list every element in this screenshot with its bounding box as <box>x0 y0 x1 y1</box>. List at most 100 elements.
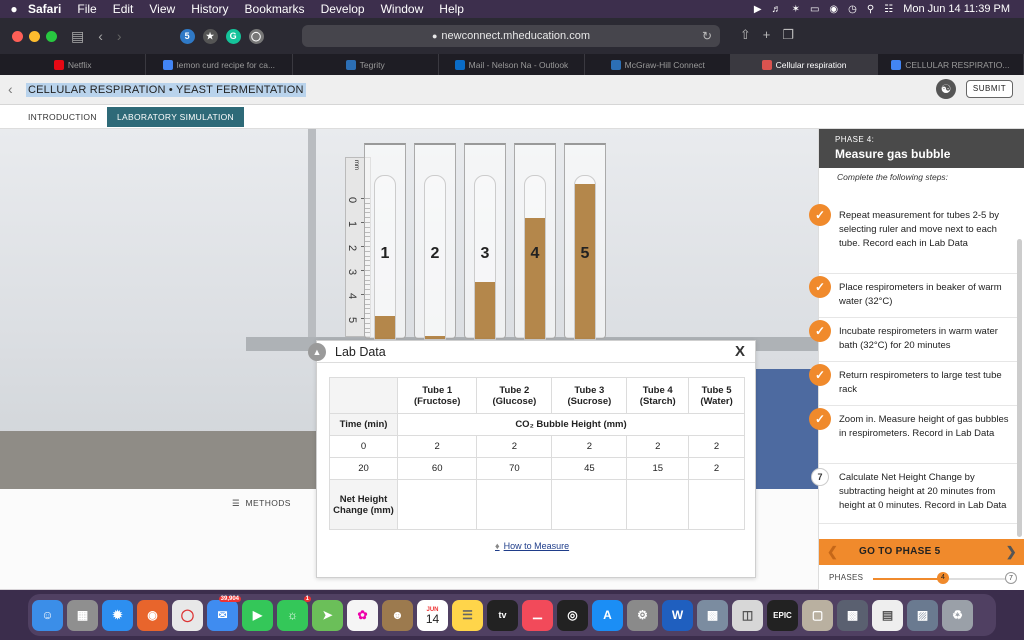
epic-games-icon[interactable]: EPIC <box>767 599 798 631</box>
firefox-icon[interactable]: ◉ <box>137 599 168 631</box>
close-window-button[interactable] <box>12 30 23 42</box>
mail-icon[interactable]: ✉ 39,904 <box>207 595 241 631</box>
control-center-icon[interactable]: ☷ <box>884 4 893 15</box>
screenshots-stack-icon[interactable]: ▨ <box>907 599 938 631</box>
share-icon[interactable]: ⇧ <box>740 27 751 43</box>
contacts-icon[interactable]: ☻ <box>382 599 413 631</box>
downloads-stack-icon[interactable]: ▩ <box>837 599 868 631</box>
system-preferences-icon[interactable]: ⚙ <box>627 599 658 631</box>
safari-icon[interactable]: ✹ <box>102 599 133 631</box>
news-icon[interactable]: ⚊ <box>522 599 553 631</box>
step-item[interactable]: ✓ Zoom in. Measure height of gas bubbles … <box>809 406 1017 464</box>
menu-history[interactable]: History <box>191 2 228 16</box>
menu-window[interactable]: Window <box>381 2 424 16</box>
tab-overview-icon[interactable]: ❐ <box>782 27 794 43</box>
accessibility-icon[interactable]: ☯ <box>936 79 956 99</box>
test-tube[interactable]: 3 <box>464 143 506 340</box>
search-icon[interactable]: ⚲ <box>867 4 874 15</box>
documents-stack-icon[interactable]: ▤ <box>872 599 903 631</box>
menu-help[interactable]: Help <box>439 2 464 16</box>
privacy-shield-icon[interactable]: ◯ <box>248 28 264 44</box>
step-item[interactable]: ✓ Return respirometers to large test tube… <box>809 362 1017 406</box>
go-to-phase-button[interactable]: ❮ GO TO PHASE 5 ❯ <box>819 539 1024 565</box>
clock-icon[interactable]: ◷ <box>848 4 857 15</box>
step-item[interactable]: ✓ Place respirometers in beaker of warm w… <box>809 274 1017 318</box>
chevron-right-icon[interactable]: ❯ <box>1006 544 1017 560</box>
test-tube[interactable]: 2 <box>414 143 456 340</box>
tube-number: 4 <box>530 245 540 262</box>
app-store-icon[interactable]: A <box>592 599 623 631</box>
step-item[interactable]: 7 Calculate Net Height Change by subtract… <box>811 464 1017 524</box>
net-height-input[interactable] <box>551 479 628 530</box>
minimize-window-button[interactable] <box>29 30 40 42</box>
keynote-icon[interactable]: ◫ <box>732 599 763 631</box>
steps-scrollbar[interactable] <box>1017 239 1022 537</box>
word-icon[interactable]: W <box>662 599 693 631</box>
battery-icon[interactable]: ▭ <box>810 4 819 15</box>
archive-icon[interactable]: ▢ <box>802 599 833 631</box>
logic-icon[interactable]: ◎ <box>557 599 588 631</box>
notes-icon[interactable]: ☰ <box>452 599 483 631</box>
preview-icon[interactable]: ▩ <box>697 599 728 631</box>
bluetooth-icon[interactable]: ✶ <box>792 4 800 15</box>
total-phase-dot[interactable]: 7 <box>1005 572 1017 584</box>
tab-introduction[interactable]: INTRODUCTION <box>18 107 107 127</box>
extension-honey-icon[interactable]: ★ <box>202 28 218 44</box>
browser-tab[interactable]: McGraw-Hill Connect <box>585 54 732 75</box>
address-bar[interactable]: ● newconnect.mheducation.com ↻ <box>302 25 720 47</box>
test-tube[interactable]: 5 <box>564 143 606 340</box>
net-height-input[interactable] <box>626 479 690 530</box>
menu-edit[interactable]: Edit <box>113 2 134 16</box>
browser-tab[interactable]: lemon curd recipe for ca... <box>146 54 293 75</box>
play-icon[interactable]: ▶ <box>754 4 762 15</box>
extension-s-icon[interactable]: 5 <box>179 28 195 44</box>
messages-icon[interactable]: ☼ 1 <box>277 595 311 631</box>
browser-tab[interactable]: Tegrity <box>293 54 439 75</box>
browser-tab[interactable]: Netflix <box>0 54 147 75</box>
back-chevron-icon[interactable]: ‹ <box>8 81 13 97</box>
menu-develop[interactable]: Develop <box>321 2 365 16</box>
apple-menu-icon[interactable]: ● <box>0 2 28 16</box>
browser-tab[interactable]: Cellular respiration <box>731 54 878 75</box>
finder-icon[interactable]: ☺ <box>32 599 63 631</box>
menu-file[interactable]: File <box>77 2 96 16</box>
menu-view[interactable]: View <box>149 2 175 16</box>
menu-safari[interactable]: Safari <box>28 2 61 16</box>
test-tube[interactable]: 1 <box>364 143 406 340</box>
chrome-icon[interactable]: ◯ <box>172 599 203 631</box>
apple-tv-icon[interactable]: tv <box>487 599 518 631</box>
how-to-measure-link[interactable]: ♦ How to Measure <box>495 541 569 551</box>
menu-clock[interactable]: Mon Jun 14 11:39 PM <box>903 3 1010 15</box>
step-item[interactable]: ✓ Incubate respirometers in warm water ba… <box>809 318 1017 362</box>
trash-icon[interactable]: ♻ <box>942 599 973 631</box>
forward-arrow-icon[interactable]: › <box>117 28 122 44</box>
launchpad-icon[interactable]: ▦ <box>67 599 98 631</box>
reload-icon[interactable]: ↻ <box>702 29 712 43</box>
step-item[interactable]: ✓ Repeat measurement for tubes 2-5 by sel… <box>809 202 1017 274</box>
facetime-icon[interactable]: ▶ <box>242 599 273 631</box>
browser-tab[interactable]: Mail - Nelson Na - Outlook <box>439 54 586 75</box>
wifi-icon[interactable]: ◉ <box>829 4 838 15</box>
back-arrow-icon[interactable]: ‹ <box>98 28 103 44</box>
calendar-icon[interactable]: JUN 14 <box>417 599 448 631</box>
sidebar-toggle-icon[interactable]: ▤ <box>71 28 84 45</box>
tab-laboratory-simulation[interactable]: LABORATORY SIMULATION <box>107 107 244 127</box>
grammarly-icon[interactable]: G <box>225 28 241 44</box>
volume-icon[interactable]: ♬ <box>772 4 782 15</box>
net-height-input[interactable] <box>688 479 745 530</box>
test-tube[interactable]: 4 <box>514 143 556 340</box>
current-phase-dot[interactable]: 4 <box>937 572 949 584</box>
net-height-input[interactable] <box>396 479 478 530</box>
net-height-input[interactable] <box>476 479 553 530</box>
menu-bookmarks[interactable]: Bookmarks <box>245 2 305 16</box>
photos-icon[interactable]: ✿ <box>347 599 378 631</box>
zoom-window-button[interactable] <box>46 30 57 42</box>
close-panel-button[interactable]: X <box>735 343 745 360</box>
methods-button[interactable]: ☰ METHODS <box>232 498 291 509</box>
maps-icon[interactable]: ➤ <box>312 599 343 631</box>
table-row: 022222 <box>329 435 745 458</box>
new-tab-icon[interactable]: + <box>763 27 771 43</box>
submit-button[interactable]: SUBMIT <box>966 80 1013 98</box>
browser-tab[interactable]: CELLULAR RESPIRATIO... <box>878 54 1024 75</box>
chevron-left-icon[interactable]: ❮ <box>827 544 838 560</box>
